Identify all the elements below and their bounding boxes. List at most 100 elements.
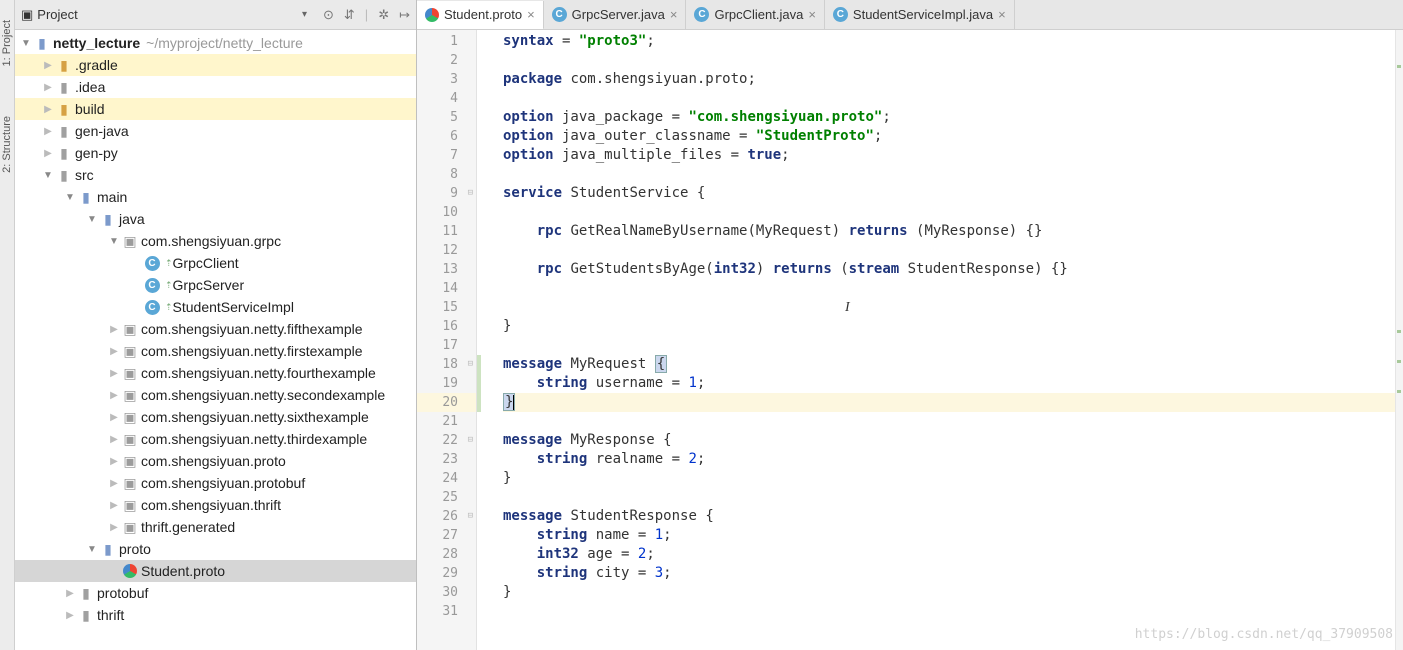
chevron-right-icon[interactable]: ▶ <box>41 148 55 159</box>
close-icon[interactable]: × <box>808 7 816 22</box>
project-tree[interactable]: ▼ ▮ netty_lecture ~/myproject/netty_lect… <box>15 30 416 650</box>
gutter-line[interactable]: 8 <box>417 165 476 184</box>
tree-row[interactable]: ▶▣com.shengsiyuan.netty.fifthexample <box>15 318 416 340</box>
fold-icon[interactable]: ⊟ <box>468 355 473 374</box>
tree-row[interactable]: C⇡StudentServiceImpl <box>15 296 416 318</box>
chevron-right-icon[interactable]: ▶ <box>41 104 55 115</box>
code-line[interactable] <box>503 203 1403 222</box>
chevron-right-icon[interactable]: ▶ <box>107 478 121 489</box>
chevron-right-icon[interactable]: ▶ <box>107 456 121 467</box>
chevron-right-icon[interactable]: ▶ <box>107 368 121 379</box>
code-line[interactable]: string realname = 2; <box>503 450 1403 469</box>
tree-row[interactable]: ▶▮.gradle <box>15 54 416 76</box>
code-line[interactable] <box>503 602 1403 621</box>
code-line[interactable] <box>503 51 1403 70</box>
tree-row[interactable]: ▶▣com.shengsiyuan.proto <box>15 450 416 472</box>
gutter-line[interactable]: 29 <box>417 564 476 583</box>
chevron-right-icon[interactable]: ▶ <box>41 82 55 93</box>
minimap-mark[interactable] <box>1397 390 1401 393</box>
gutter-line[interactable]: 5 <box>417 108 476 127</box>
close-icon[interactable]: × <box>998 7 1006 22</box>
code-line[interactable]: string city = 3; <box>503 564 1403 583</box>
tree-row[interactable]: ▶▣com.shengsiyuan.netty.sixthexample <box>15 406 416 428</box>
code-line[interactable]: message MyResponse { <box>503 431 1403 450</box>
gutter-line[interactable]: 10 <box>417 203 476 222</box>
close-icon[interactable]: × <box>527 7 535 22</box>
gutter-line[interactable]: 15 <box>417 298 476 317</box>
tree-row[interactable]: ▶▮gen-py <box>15 142 416 164</box>
tree-row[interactable]: Student.proto <box>15 560 416 582</box>
code-line[interactable]: message MyRequest { <box>503 355 1403 374</box>
tree-row[interactable]: C⇡GrpcClient <box>15 252 416 274</box>
minimap-mark[interactable] <box>1397 330 1401 333</box>
code-line[interactable] <box>503 241 1403 260</box>
gutter-line[interactable]: 12 <box>417 241 476 260</box>
minimap-mark[interactable] <box>1397 360 1401 363</box>
chevron-right-icon[interactable]: ▶ <box>107 434 121 445</box>
code-line[interactable]: service StudentService { <box>503 184 1403 203</box>
gutter-line[interactable]: 31 <box>417 602 476 621</box>
chevron-right-icon[interactable]: ▶ <box>107 390 121 401</box>
mini-map[interactable] <box>1395 30 1403 650</box>
gutter-line[interactable]: 6 <box>417 127 476 146</box>
gutter-line[interactable]: 18⊟ <box>417 355 476 374</box>
chevron-right-icon[interactable]: ▶ <box>63 610 77 621</box>
code-line[interactable] <box>503 412 1403 431</box>
tree-row[interactable]: ▶▣com.shengsiyuan.protobuf <box>15 472 416 494</box>
rail-structure[interactable]: 2: Structure <box>1 116 13 173</box>
tree-row[interactable]: ▼▮src <box>15 164 416 186</box>
gutter-line[interactable]: 9⊟ <box>417 184 476 203</box>
tree-row-root[interactable]: ▼ ▮ netty_lecture ~/myproject/netty_lect… <box>15 32 416 54</box>
fold-icon[interactable]: ⊟ <box>468 184 473 203</box>
code-line[interactable]: string username = 1; <box>503 374 1403 393</box>
tree-row[interactable]: ▶▮thrift <box>15 604 416 626</box>
code-line[interactable] <box>503 279 1403 298</box>
gutter-line[interactable]: 13 <box>417 260 476 279</box>
gutter-line[interactable]: 1 <box>417 32 476 51</box>
code-line[interactable]: string name = 1; <box>503 526 1403 545</box>
gutter-line[interactable]: 20 <box>417 393 476 412</box>
tree-row[interactable]: ▶▣com.shengsiyuan.netty.secondexample <box>15 384 416 406</box>
gutter-line[interactable]: 26⊟ <box>417 507 476 526</box>
tree-row[interactable]: ▶▮.idea <box>15 76 416 98</box>
tree-row[interactable]: ▼▮main <box>15 186 416 208</box>
target-icon[interactable]: ⊙ <box>323 7 334 23</box>
tree-row[interactable]: ▼▮java <box>15 208 416 230</box>
fold-icon[interactable]: ⊟ <box>468 507 473 526</box>
gutter-line[interactable]: 11 <box>417 222 476 241</box>
chevron-down-icon[interactable]: ▼ <box>63 192 77 203</box>
editor-tab[interactable]: Student.proto× <box>417 1 544 30</box>
code-line[interactable] <box>503 298 1403 317</box>
gutter-line[interactable]: 30 <box>417 583 476 602</box>
tree-row[interactable]: ▶▣com.shengsiyuan.thrift <box>15 494 416 516</box>
gear-icon[interactable]: ✲ <box>378 7 389 23</box>
code-line[interactable]: package com.shengsiyuan.proto; <box>503 70 1403 89</box>
tree-row[interactable]: ▶▣com.shengsiyuan.netty.fourthexample <box>15 362 416 384</box>
code-editor[interactable]: syntax = "proto3";package com.shengsiyua… <box>477 30 1403 650</box>
gutter[interactable]: 123456789⊟101112131415161718⊟19202122⊟23… <box>417 30 477 650</box>
chevron-down-icon[interactable]: ▼ <box>107 236 121 247</box>
chevron-right-icon[interactable]: ▶ <box>107 412 121 423</box>
chevron-right-icon[interactable]: ▶ <box>107 500 121 511</box>
fold-icon[interactable]: ⊟ <box>468 431 473 450</box>
gutter-line[interactable]: 22⊟ <box>417 431 476 450</box>
code-line[interactable] <box>503 336 1403 355</box>
tree-row[interactable]: ▼▣com.shengsiyuan.grpc <box>15 230 416 252</box>
close-icon[interactable]: × <box>670 7 678 22</box>
code-line[interactable]: } <box>503 469 1403 488</box>
chevron-down-icon[interactable]: ▾ <box>302 9 307 20</box>
chevron-down-icon[interactable]: ▼ <box>19 38 33 49</box>
gutter-line[interactable]: 25 <box>417 488 476 507</box>
tree-row[interactable]: ▶▣thrift.generated <box>15 516 416 538</box>
gutter-line[interactable]: 24 <box>417 469 476 488</box>
gutter-line[interactable]: 16 <box>417 317 476 336</box>
gutter-line[interactable]: 7 <box>417 146 476 165</box>
code-line[interactable]: rpc GetRealNameByUsername(MyRequest) ret… <box>503 222 1403 241</box>
code-line[interactable]: rpc GetStudentsByAge(int32) returns (str… <box>503 260 1403 279</box>
code-line[interactable]: option java_outer_classname = "StudentPr… <box>503 127 1403 146</box>
code-line[interactable]: } <box>503 317 1403 336</box>
tree-row[interactable]: ▶▣com.shengsiyuan.netty.firstexample <box>15 340 416 362</box>
tree-row[interactable]: ▶▮gen-java <box>15 120 416 142</box>
chevron-down-icon[interactable]: ▼ <box>85 544 99 555</box>
collapse-icon[interactable]: ⇵ <box>344 7 355 23</box>
